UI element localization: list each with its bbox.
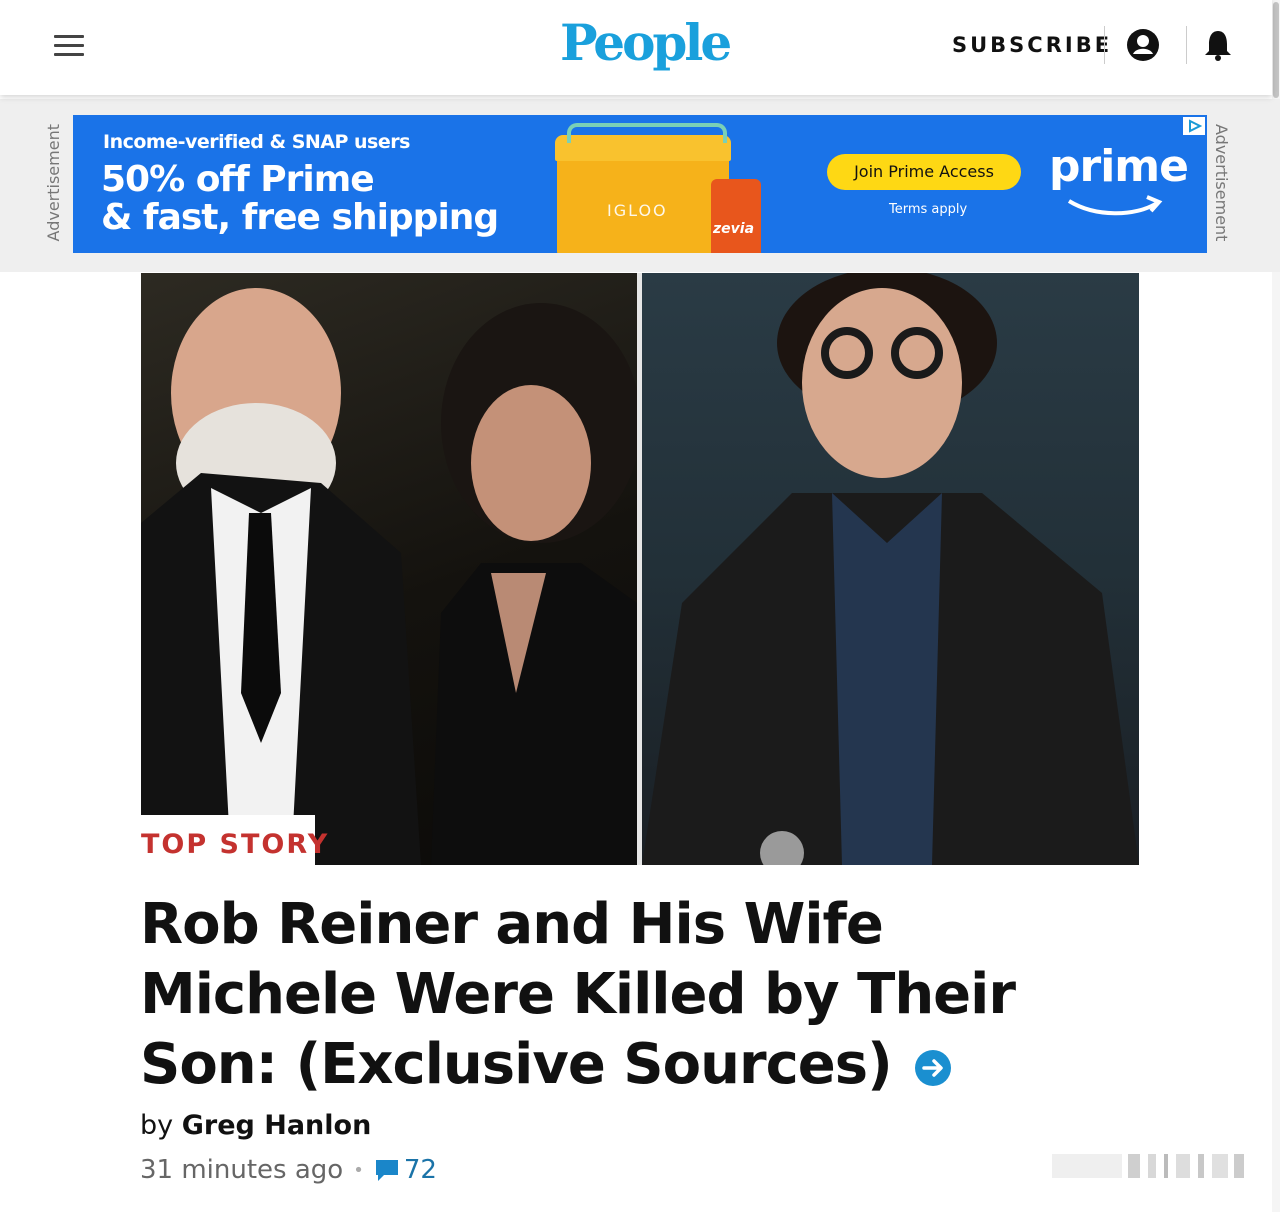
cooler-image: IGLOO	[555, 123, 731, 253]
prime-advertisement[interactable]: Income-verified & SNAP users 50% off Pri…	[73, 115, 1207, 253]
bell-icon[interactable]	[1203, 28, 1233, 62]
site-header: People SUBSCRIBE	[0, 0, 1272, 95]
prime-smile-icon	[1067, 195, 1163, 216]
scrollbar-thumb[interactable]	[1273, 2, 1279, 98]
meta-separator: •	[353, 1159, 364, 1181]
hero-photo-son	[642, 273, 1139, 865]
comment-icon[interactable]	[374, 1158, 400, 1182]
cooler-brand: IGLOO	[607, 201, 668, 220]
ad-side-label: Advertisement	[1212, 124, 1231, 242]
subscribe-link[interactable]: SUBSCRIBE	[952, 33, 1112, 57]
hamburger-menu-icon[interactable]	[54, 35, 84, 57]
soda-can-image: zevia	[711, 179, 761, 253]
headline-text[interactable]: Rob Reiner and His Wife Michele Were Kil…	[140, 892, 1016, 1097]
arrow-circle-icon[interactable]	[914, 1049, 952, 1087]
timestamp: 31 minutes ago	[140, 1155, 344, 1185]
byline-prefix: by	[140, 1110, 174, 1141]
ad-side-label: Advertisement	[44, 124, 63, 242]
author-link[interactable]: Greg Hanlon	[182, 1110, 372, 1141]
ad-headline-line-2: & fast, free shipping	[101, 197, 499, 238]
comment-count[interactable]: 72	[404, 1155, 437, 1185]
adchoices-icon[interactable]	[1183, 117, 1205, 135]
terms-text: Terms apply	[889, 202, 968, 217]
header-divider	[1186, 26, 1187, 64]
top-story-kicker[interactable]: TOP STORY	[141, 829, 329, 860]
hero-photo-couple	[141, 273, 641, 865]
prime-logo: prime	[1049, 141, 1189, 192]
header-divider	[1104, 26, 1105, 64]
hero-image[interactable]	[141, 273, 1139, 865]
ad-headline-line-1: 50% off Prime	[101, 159, 375, 200]
can-brand: zevia	[713, 221, 755, 237]
article-headline[interactable]: Rob Reiner and His Wife Michele Were Kil…	[140, 890, 1090, 1100]
watermark-graphic	[1052, 1154, 1244, 1178]
account-icon[interactable]	[1125, 27, 1161, 63]
article-meta: 31 minutes ago • 72	[140, 1155, 437, 1185]
ad-eligibility-text: Income-verified & SNAP users	[103, 131, 410, 153]
byline: by Greg Hanlon	[140, 1110, 371, 1141]
join-prime-button[interactable]: Join Prime Access	[827, 154, 1021, 190]
people-logo[interactable]: People	[560, 10, 732, 76]
